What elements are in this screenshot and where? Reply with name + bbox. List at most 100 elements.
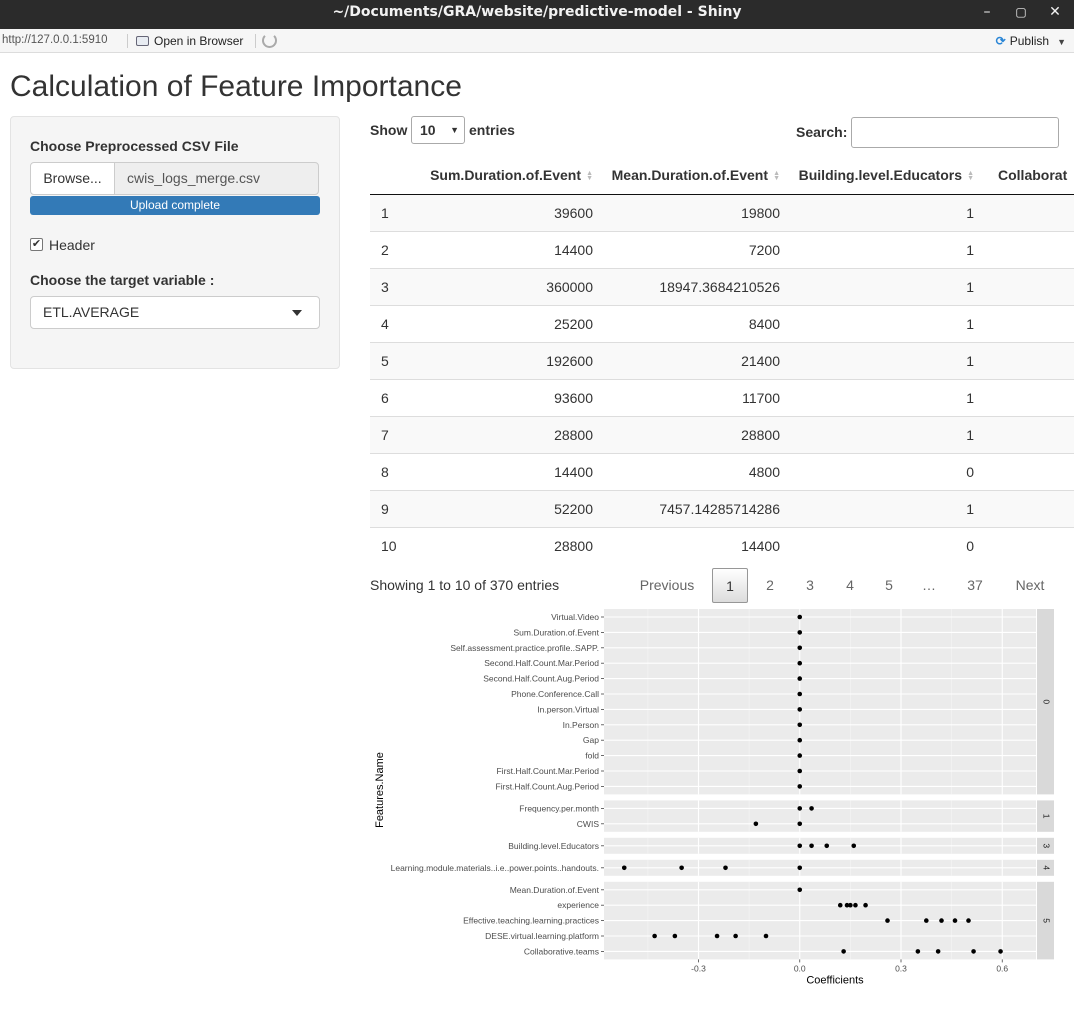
y-tick-label: Learning.module.materials..i.e..power.po…	[391, 863, 599, 873]
table-cell: 8400	[599, 304, 786, 342]
table-cell: 28800	[412, 526, 599, 564]
data-table-container: Sum.Duration.of.Event ▲ ▼ Mean.Duration.of…	[370, 156, 1074, 564]
window-title: ~/Documents/GRA/website/predictive-model…	[332, 4, 742, 20]
pagination-page-4[interactable]: 4	[835, 568, 865, 603]
table-cell: 19800	[599, 193, 786, 231]
data-point	[763, 933, 769, 939]
y-tick-label: CWIS	[577, 819, 600, 829]
pagination-page-37[interactable]: 37	[960, 568, 990, 603]
facet-strip-label: 1	[1041, 814, 1051, 819]
url-label: http://127.0.0.1:5910	[2, 34, 108, 46]
y-tick-label: Second.Half.Count.Aug.Period	[483, 674, 599, 684]
file-name-field[interactable]: cwis_logs_merge.csv	[114, 162, 319, 195]
close-icon[interactable]: ✕	[1044, 0, 1066, 25]
table-cell: 14400	[599, 526, 786, 564]
browser-window-icon	[136, 36, 149, 46]
table-cell	[980, 267, 1074, 305]
pagination-page-3[interactable]: 3	[795, 568, 825, 603]
table-cell: 1	[786, 415, 980, 453]
data-point	[797, 645, 803, 651]
y-tick-label: Building.level.Educators	[508, 841, 599, 851]
table-cell: 52200	[412, 489, 599, 527]
table-cell: 3	[370, 267, 412, 305]
table-row: 8 14400 4800 0	[370, 452, 1074, 490]
pagination-previous[interactable]: Previous	[632, 568, 702, 603]
table-cell: 2	[370, 230, 412, 268]
publish-button[interactable]: ⟳ Publish ▼	[996, 34, 1066, 48]
table-cell: 0	[786, 452, 980, 490]
table-cell: 1	[786, 304, 980, 342]
data-point	[853, 902, 858, 908]
table-cell	[980, 230, 1074, 268]
search-label: Search:	[796, 124, 848, 140]
data-point	[797, 614, 803, 620]
open-in-browser-button[interactable]: Open in Browser	[136, 34, 243, 48]
refresh-icon[interactable]	[262, 33, 277, 48]
table-cell: 1	[786, 230, 980, 268]
y-axis-label: Features.Name	[374, 752, 386, 828]
facet-strip-label: 4	[1041, 865, 1051, 870]
y-tick-label: Self.assessment.practice.profile..SAPP.	[450, 643, 599, 653]
window-titlebar: ~/Documents/GRA/website/predictive-model…	[0, 0, 1074, 29]
table-cell: 5	[370, 341, 412, 379]
facet-panel	[604, 609, 1036, 795]
data-point	[809, 843, 814, 849]
y-tick-label: Virtual.Video	[551, 612, 599, 622]
data-point	[885, 918, 890, 923]
x-tick-label: 0.6	[996, 963, 1008, 973]
table-footer: Showing 1 to 10 of 370 entries Previous …	[370, 566, 1074, 606]
pagination-ellipsis: …	[922, 577, 936, 593]
y-tick-label: DESE.virtual.learning.platform	[485, 931, 599, 941]
table-controls: Show 10 ▼ entries Search:	[370, 116, 1074, 156]
y-tick-label: Second.Half.Count.Mar.Period	[484, 658, 599, 668]
sort-icon: ▲ ▼	[586, 170, 593, 183]
data-point	[966, 918, 971, 923]
data-point	[924, 918, 929, 923]
minimize-icon[interactable]: –	[976, 0, 998, 25]
table-cell: 10	[370, 526, 412, 564]
table-cell: 1	[786, 341, 980, 379]
table-cell: 28800	[412, 415, 599, 453]
data-point	[797, 753, 803, 758]
y-tick-label: In.person.Virtual	[537, 704, 599, 714]
coefficient-plot: Virtual.Video Sum.Duration.of.Event Self.a…	[374, 609, 1054, 986]
chevron-down-icon: ▼	[1057, 37, 1066, 47]
pagination-next[interactable]: Next	[1008, 568, 1052, 603]
pagination-page-2[interactable]: 2	[755, 568, 785, 603]
column-header[interactable]: Mean.Duration.of.Event ▲ ▼	[599, 156, 786, 195]
header-checkbox[interactable]: ✔	[30, 238, 43, 251]
data-point	[848, 902, 853, 908]
page-length-select[interactable]: 10 ▼	[411, 116, 465, 144]
show-label: Show	[370, 122, 408, 138]
data-point	[824, 843, 830, 849]
data-table: Sum.Duration.of.Event ▲ ▼ Mean.Duration.of…	[370, 156, 1074, 564]
data-point	[797, 722, 803, 728]
column-header-index[interactable]	[370, 156, 412, 195]
table-cell: 28800	[599, 415, 786, 453]
table-cell: 1	[786, 267, 980, 305]
table-row: 2 14400 7200 1	[370, 230, 1074, 268]
file-input-label: Choose Preprocessed CSV File	[30, 138, 239, 154]
x-tick-label: 0.3	[895, 963, 907, 973]
browse-button[interactable]: Browse...	[30, 162, 115, 195]
table-cell: 6	[370, 378, 412, 416]
pagination-page-1[interactable]: 1	[712, 568, 748, 603]
search-input[interactable]	[851, 117, 1059, 148]
table-cell: 18947.3684210526	[599, 267, 786, 305]
column-header[interactable]: Sum.Duration.of.Event ▲ ▼	[412, 156, 599, 195]
table-cell	[980, 526, 1074, 564]
data-point	[733, 933, 738, 939]
maximize-icon[interactable]: ▢	[1010, 0, 1032, 25]
pagination-page-5[interactable]: 5	[874, 568, 904, 603]
column-header[interactable]: Building.level.Educators ▲ ▼	[786, 156, 980, 195]
y-tick-label: Gap	[583, 735, 599, 745]
data-point	[797, 784, 803, 789]
target-variable-select[interactable]: ETL.AVERAGE	[30, 296, 320, 329]
y-tick-label: Sum.Duration.of.Event	[513, 627, 599, 637]
column-header[interactable]: Collaborat	[980, 156, 1074, 195]
table-cell: 1	[370, 193, 412, 231]
x-axis-label: Coefficients	[806, 974, 864, 986]
table-cell: 14400	[412, 230, 599, 268]
data-point	[652, 933, 657, 939]
data-point	[851, 843, 857, 849]
